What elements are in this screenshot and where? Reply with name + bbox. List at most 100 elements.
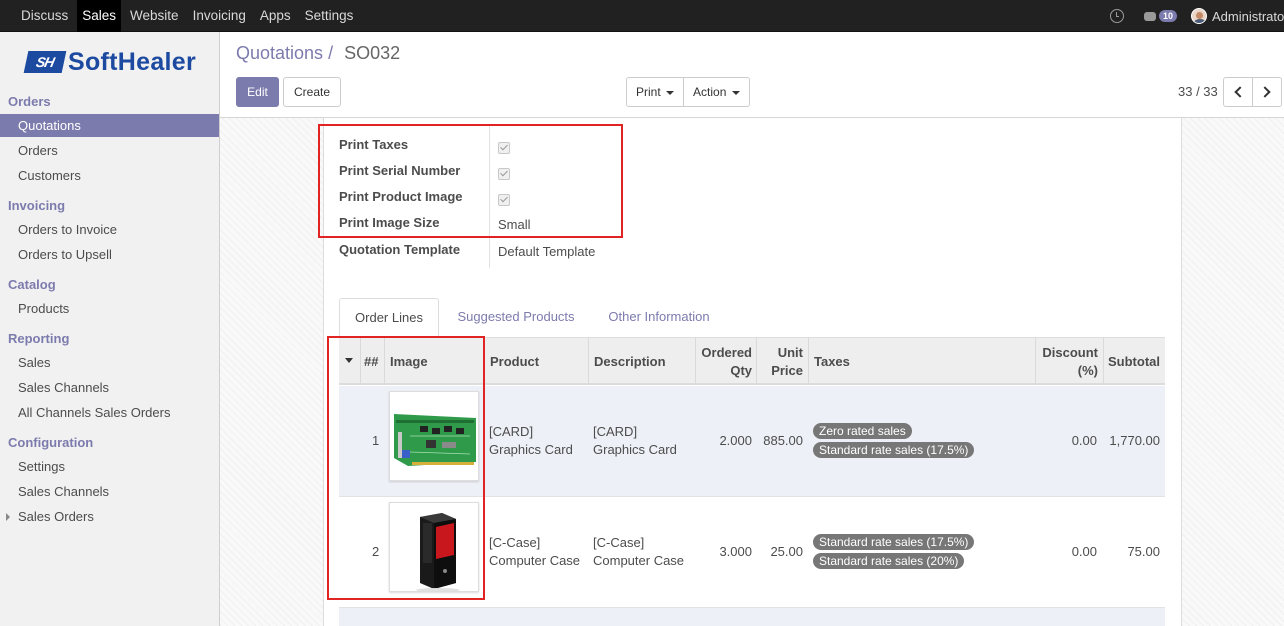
column-taxes[interactable]: Taxes bbox=[814, 338, 850, 385]
column-unit-price[interactable]: Unit Price bbox=[757, 338, 803, 385]
sidebar-section-configuration: Configuration bbox=[8, 435, 94, 450]
column-separator bbox=[588, 338, 589, 385]
sidebar-item-orders-to-invoice[interactable]: Orders to Invoice bbox=[0, 218, 219, 241]
sidebar-item-customers[interactable]: Customers bbox=[0, 164, 219, 187]
messages-count-badge: 10 bbox=[1158, 10, 1177, 22]
product-code: [CARD] bbox=[489, 424, 534, 439]
tab-other-information[interactable]: Other Information bbox=[596, 298, 722, 338]
pager-value[interactable]: 33 / 33 bbox=[1178, 84, 1218, 99]
row-ordered-qty: 3.000 bbox=[719, 544, 752, 559]
column-discount[interactable]: Discount (%) bbox=[1036, 338, 1098, 385]
print-dropdown[interactable]: Print bbox=[627, 78, 683, 106]
menu-website[interactable]: Website bbox=[125, 0, 184, 32]
row-subtotal: 1,770.00 bbox=[1109, 433, 1160, 448]
user-menu[interactable]: Administrator bbox=[1212, 9, 1284, 24]
tab-order-lines[interactable]: Order Lines bbox=[339, 298, 439, 338]
expand-caret-icon bbox=[6, 513, 10, 521]
row-description: [CARD] Graphics Card bbox=[593, 423, 677, 459]
tax-tag: Standard rate sales (20%) bbox=[813, 553, 965, 569]
description-code: [CARD] bbox=[593, 424, 638, 439]
tax-tag: Standard rate sales (17.5%) bbox=[813, 442, 975, 458]
logo-mark: SH bbox=[23, 51, 67, 73]
menu-apps[interactable]: Apps bbox=[255, 0, 296, 32]
sidebar-item-settings[interactable]: Settings bbox=[0, 455, 219, 478]
chevron-left-icon bbox=[1234, 86, 1246, 98]
sidebar-item-config-sales-channels[interactable]: Sales Channels bbox=[0, 480, 219, 503]
app-menu: Discuss Sales Website Invoicing Apps Set… bbox=[16, 0, 362, 32]
create-button[interactable]: Create bbox=[283, 77, 341, 107]
logo-text: SoftHealer bbox=[68, 47, 197, 76]
sidebar-item-all-channels-sales-orders[interactable]: All Channels Sales Orders bbox=[0, 401, 219, 424]
unit-price-header-line2: Price bbox=[771, 362, 803, 378]
action-dropdown[interactable]: Action bbox=[683, 78, 749, 106]
menu-invoicing[interactable]: Invoicing bbox=[188, 0, 251, 32]
row-product[interactable]: [CARD] Graphics Card bbox=[489, 423, 573, 459]
edit-button[interactable]: Edit bbox=[236, 77, 279, 107]
pager-next-button[interactable] bbox=[1252, 77, 1282, 107]
row-unit-price: 25.00 bbox=[770, 544, 803, 559]
column-description[interactable]: Description bbox=[594, 338, 666, 385]
menu-sales[interactable]: Sales bbox=[77, 0, 122, 32]
row-unit-price: 885.00 bbox=[763, 433, 803, 448]
sidebar-section-reporting: Reporting bbox=[8, 331, 70, 346]
caret-down-icon bbox=[731, 90, 740, 95]
sidebar-section-invoicing: Invoicing bbox=[8, 198, 66, 213]
row-discount: 0.00 bbox=[1071, 433, 1097, 448]
messages-icon[interactable] bbox=[1143, 11, 1156, 21]
highlight-print-options bbox=[318, 124, 623, 238]
user-avatar[interactable] bbox=[1191, 8, 1207, 24]
softhealer-logo: SH SoftHealer bbox=[23, 47, 197, 76]
menu-discuss[interactable]: Discuss bbox=[16, 0, 73, 32]
quotation-template-value[interactable]: Default Template bbox=[498, 244, 595, 259]
print-label: Print bbox=[636, 85, 661, 99]
sidebar-item-sales-orders[interactable]: Sales Orders bbox=[0, 505, 219, 528]
unit-price-header-line1: Unit bbox=[777, 344, 803, 360]
breadcrumb-separator: / bbox=[328, 43, 334, 63]
chevron-right-icon bbox=[1259, 86, 1271, 98]
sidebar-item-sales-orders-label: Sales Orders bbox=[18, 509, 94, 524]
menu-settings[interactable]: Settings bbox=[300, 0, 359, 32]
pager-previous-button[interactable] bbox=[1223, 77, 1253, 107]
product-name: Graphics Card bbox=[489, 442, 573, 457]
row-subtotal: 75.00 bbox=[1127, 544, 1160, 559]
sidebar-item-products[interactable]: Products bbox=[0, 297, 219, 320]
column-separator bbox=[808, 338, 809, 385]
row-description: [C-Case] Computer Case bbox=[593, 534, 684, 570]
breadcrumb-current: SO032 bbox=[344, 43, 401, 63]
row-ordered-qty: 2.000 bbox=[719, 433, 752, 448]
column-product[interactable]: Product bbox=[490, 338, 539, 385]
sidebar-item-orders[interactable]: Orders bbox=[0, 139, 219, 162]
discount-header-line1: Discount bbox=[1042, 344, 1098, 360]
highlight-image-column bbox=[327, 336, 485, 600]
tax-tag: Zero rated sales bbox=[813, 423, 912, 439]
ordered-qty-header-line1: Ordered bbox=[701, 344, 752, 360]
table-row[interactable] bbox=[339, 608, 1165, 626]
sidebar-section-catalog: Catalog bbox=[8, 277, 56, 292]
discount-header-line2: (%) bbox=[1077, 362, 1098, 378]
product-name: Computer Case bbox=[489, 553, 581, 568]
print-action-group: Print Action bbox=[626, 77, 750, 107]
tax-tag: Standard rate sales (17.5%) bbox=[813, 534, 975, 550]
sidebar-item-quotations[interactable]: Quotations bbox=[0, 114, 219, 137]
row-discount: 0.00 bbox=[1071, 544, 1097, 559]
sidebar-item-orders-to-upsell[interactable]: Orders to Upsell bbox=[0, 243, 219, 266]
product-code: [C-Case] bbox=[489, 535, 541, 550]
breadcrumb: Quotations / SO032 bbox=[236, 43, 400, 64]
column-subtotal[interactable]: Subtotal bbox=[1108, 338, 1160, 385]
row-product[interactable]: [C-Case] Computer Case bbox=[489, 534, 580, 570]
quotation-template-label: Quotation Template bbox=[339, 242, 461, 257]
sidebar-item-report-sales-channels[interactable]: Sales Channels bbox=[0, 376, 219, 399]
top-navbar: Discuss Sales Website Invoicing Apps Set… bbox=[0, 0, 1284, 32]
sidebar-item-report-sales[interactable]: Sales bbox=[0, 351, 219, 374]
ordered-qty-header-line2: Qty bbox=[730, 362, 752, 378]
sidebar-section-orders: Orders bbox=[8, 94, 51, 109]
breadcrumb-parent[interactable]: Quotations bbox=[236, 43, 323, 63]
column-separator bbox=[1103, 338, 1104, 385]
column-ordered-qty[interactable]: Ordered Qty bbox=[696, 338, 752, 385]
caret-down-icon bbox=[666, 90, 675, 95]
description-name: Computer Case bbox=[593, 553, 685, 568]
activity-clock-icon[interactable] bbox=[1109, 9, 1124, 23]
action-label: Action bbox=[693, 85, 727, 99]
tab-suggested-products[interactable]: Suggested Products bbox=[446, 298, 586, 338]
systray: 10 Administrator bbox=[1109, 0, 1284, 32]
